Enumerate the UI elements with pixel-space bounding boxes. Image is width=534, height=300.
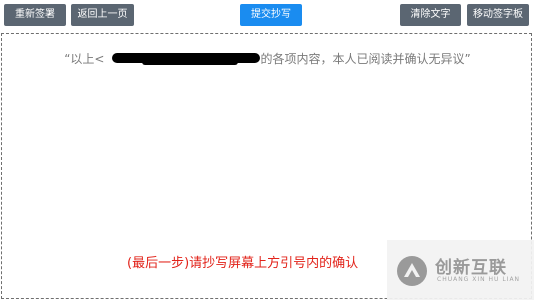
copy-instruction: (最后一步)请抄写屏幕上方引号内的确认 [127,256,359,271]
resign-button[interactable]: 重新签署 [4,4,66,26]
statement-suffix: >的各项内容，本人已阅读并确认无异议” [250,52,471,66]
brand-name: 创新互联 [435,258,507,278]
signature-page: 重新签署 返回上一页 提交抄写 清除文字 移动签字板 “以上< >的各项内容，本人… [0,0,534,300]
statement-prefix: “以上< [64,52,105,66]
brand-logo-icon [397,256,427,286]
brand-watermark: 创新互联 CHUANG XIN HU LIAN [387,240,534,300]
back-button[interactable]: 返回上一页 [71,4,134,26]
brand-pinyin: CHUANG XIN HU LIAN [437,276,521,283]
submit-button[interactable]: 提交抄写 [240,4,302,26]
confirmation-statement: “以上< >的各项内容，本人已阅读并确认无异议” [2,50,533,67]
clear-text-button[interactable]: 清除文字 [400,4,461,26]
redaction-scribble [142,59,238,65]
move-pad-button[interactable]: 移动签字板 [467,4,529,26]
